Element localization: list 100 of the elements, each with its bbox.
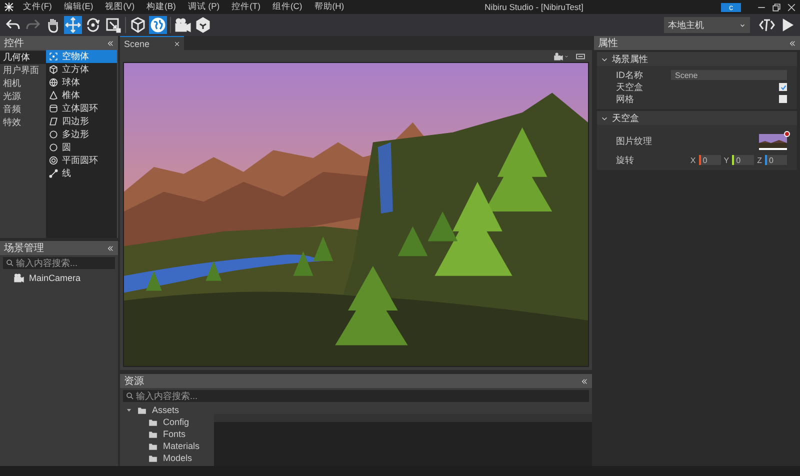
scene-object-item[interactable]: MainCamera	[0, 271, 118, 284]
number-field[interactable]: 0	[732, 155, 754, 165]
search-field[interactable]: 输入内容搜索...	[123, 390, 589, 402]
control-item[interactable]: 椎体	[46, 89, 117, 102]
property-label: 图片纹理	[616, 134, 652, 148]
cube-icon	[130, 17, 146, 33]
hexagon-box-icon	[195, 17, 211, 33]
line-icon	[49, 169, 58, 178]
movie-camera-icon	[14, 272, 24, 282]
box-tool-button[interactable]	[194, 16, 212, 34]
collapse-icon	[107, 244, 114, 252]
cylinder-icon	[49, 104, 58, 113]
panel-title: 场景管理	[4, 242, 44, 255]
category-item[interactable]: 相机	[0, 77, 46, 90]
cone-icon	[49, 91, 58, 100]
property-label: ID名称	[616, 68, 643, 82]
polygon-icon	[49, 130, 58, 139]
remove-icon[interactable]	[784, 131, 790, 137]
ring-icon	[49, 156, 58, 165]
search-field[interactable]: 输入内容搜索...	[3, 257, 115, 269]
sphere-icon	[49, 78, 58, 87]
section-header[interactable]: 天空盒	[597, 111, 797, 125]
logo-icon	[4, 2, 14, 12]
aspect-ratio-icon	[575, 52, 586, 60]
menu-item[interactable]: 编辑(E)	[60, 1, 96, 13]
panel-title: 资源	[124, 375, 144, 388]
control-item[interactable]: 立体圆环	[46, 102, 117, 115]
control-item[interactable]: 空物体	[46, 50, 117, 63]
category-item[interactable]: 用户界面	[0, 64, 46, 77]
axis-label: Y	[724, 156, 730, 164]
dashed-square-icon	[49, 52, 58, 61]
property-label: 旋转	[616, 154, 634, 166]
window-title: Nibiru Studio - [NibiruTest]	[484, 2, 584, 12]
play-icon	[780, 18, 794, 32]
panel-title: 属性	[598, 36, 618, 50]
menu-item[interactable]: 调试 (P)	[184, 1, 223, 13]
cube-icon	[49, 65, 58, 74]
restore-icon	[772, 2, 781, 12]
sky-image-drawing	[759, 134, 787, 150]
search-icon	[126, 392, 134, 400]
axis-label: Z	[757, 156, 762, 164]
chevron-down-icon	[601, 114, 608, 122]
menu-item[interactable]: 视图(V)	[102, 1, 138, 13]
rotate-tool-button[interactable]	[84, 16, 102, 34]
number-field[interactable]: 0	[765, 155, 787, 165]
category-item[interactable]: 光源	[0, 90, 46, 103]
folder-item[interactable]: Assets	[120, 404, 212, 416]
control-item[interactable]: 多边形	[46, 128, 117, 141]
movie-camera-icon	[554, 52, 563, 60]
account-button[interactable]: c	[721, 2, 741, 12]
scene-tab[interactable]: Scene	[120, 36, 184, 50]
property-label: 网格	[616, 92, 634, 106]
section-header[interactable]: 场景属性	[597, 52, 797, 66]
checkbox[interactable]	[779, 95, 787, 103]
collapse-icon	[789, 40, 796, 46]
text-field[interactable]: Scene	[671, 70, 787, 80]
camera-tool-button[interactable]	[174, 16, 192, 34]
close-icon	[787, 2, 796, 12]
control-item[interactable]: 圆	[46, 141, 117, 154]
aspect-button[interactable]	[575, 52, 586, 60]
control-item[interactable]: 球体	[46, 76, 117, 89]
menu-item[interactable]: 帮助(H)	[311, 1, 348, 13]
control-item[interactable]: 平面圆环	[46, 154, 117, 167]
camera-menu-button[interactable]	[554, 52, 569, 60]
caret-icon	[739, 22, 746, 28]
globe-icon	[150, 17, 166, 33]
control-item[interactable]: 四边形	[46, 115, 117, 128]
collapse-icon	[581, 378, 588, 384]
caret-icon	[126, 407, 132, 413]
menu-item[interactable]: 构建(B)	[144, 1, 179, 13]
category-item[interactable]: 几何体	[0, 51, 46, 64]
folder-item[interactable]: Fonts	[120, 428, 212, 440]
menu-item[interactable]: 控件(T)	[228, 1, 264, 13]
circle-icon	[49, 143, 58, 152]
category-item[interactable]: 特效	[0, 116, 46, 129]
collapse-icon	[107, 40, 114, 46]
cube-tool-button[interactable]	[129, 16, 147, 34]
scale-icon	[105, 17, 121, 33]
folder-item[interactable]: Materials	[120, 440, 212, 452]
menu-item[interactable]: 组件(C)	[269, 1, 306, 13]
scale-tool-button[interactable]	[104, 16, 122, 34]
control-item[interactable]: 立方体	[46, 63, 117, 76]
texture-thumbnail[interactable]	[759, 134, 787, 150]
control-item[interactable]: 线	[46, 167, 117, 180]
menu-item[interactable]: 文件(F)	[20, 1, 55, 13]
checkbox[interactable]	[779, 83, 787, 91]
search-icon	[6, 259, 14, 267]
number-field[interactable]: 0	[698, 155, 721, 165]
folder-item[interactable]: Config	[120, 416, 212, 428]
category-item[interactable]: 音频	[0, 103, 46, 116]
move-icon	[65, 17, 81, 33]
folder-item[interactable]: Models	[120, 452, 212, 464]
globe-tool-button[interactable]	[149, 16, 167, 34]
chevron-down-icon	[601, 56, 608, 62]
axis-label: X	[690, 156, 696, 164]
caret-icon	[564, 54, 569, 58]
host-dropdown[interactable]: 本地主机	[664, 17, 750, 33]
restore-button[interactable]	[772, 2, 781, 12]
close-button[interactable]	[787, 2, 796, 12]
property-label: 天空盒	[616, 80, 643, 94]
